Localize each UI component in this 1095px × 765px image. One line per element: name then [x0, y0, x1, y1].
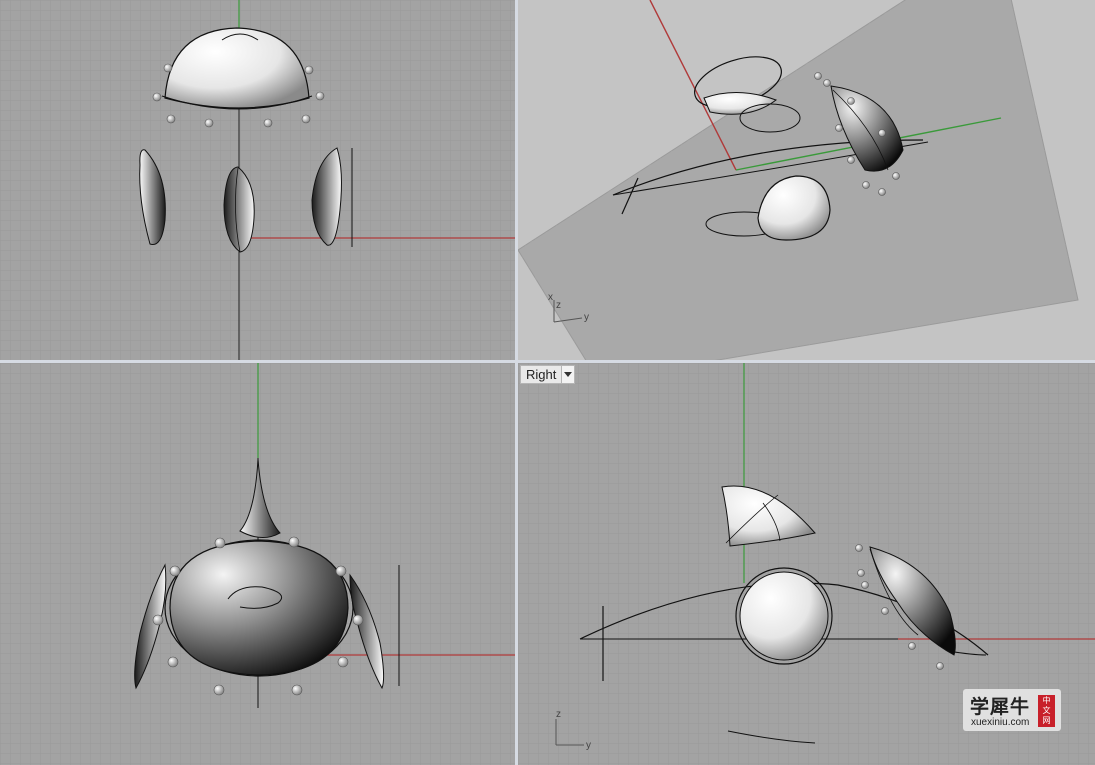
- viewport-title-label[interactable]: Right: [521, 366, 561, 383]
- axis-label-y: y: [584, 312, 589, 323]
- viewport-top-canvas: [0, 0, 515, 360]
- fuselage-circle[interactable]: [735, 567, 833, 665]
- axis-label-z: z: [556, 709, 561, 720]
- axis-label-z: z: [556, 300, 561, 311]
- vertical-splitter[interactable]: [515, 0, 518, 765]
- axis-label-y: y: [586, 740, 591, 751]
- triangle-down-icon: [564, 372, 573, 377]
- watermark-title: 学犀牛: [970, 696, 1031, 718]
- axis-label-x: x: [548, 292, 553, 303]
- viewport-perspective[interactable]: x z y: [518, 0, 1095, 360]
- viewport-front[interactable]: [0, 363, 515, 765]
- viewport-title-tab[interactable]: Right: [520, 365, 576, 384]
- watermark-site: xuexiniu.com: [971, 717, 1030, 728]
- watermark-seal: 中 文 网: [1038, 695, 1055, 727]
- viewport-front-canvas: [0, 363, 515, 765]
- watermark: 学犀牛 xuexiniu.com 中 文 网: [963, 689, 1061, 731]
- horizontal-splitter[interactable]: [0, 360, 1095, 363]
- viewport-top[interactable]: [0, 0, 515, 360]
- viewport-perspective-canvas: x z y: [518, 0, 1079, 360]
- fuselage-dome[interactable]: [164, 539, 354, 677]
- viewport-menu-button[interactable]: [561, 366, 575, 383]
